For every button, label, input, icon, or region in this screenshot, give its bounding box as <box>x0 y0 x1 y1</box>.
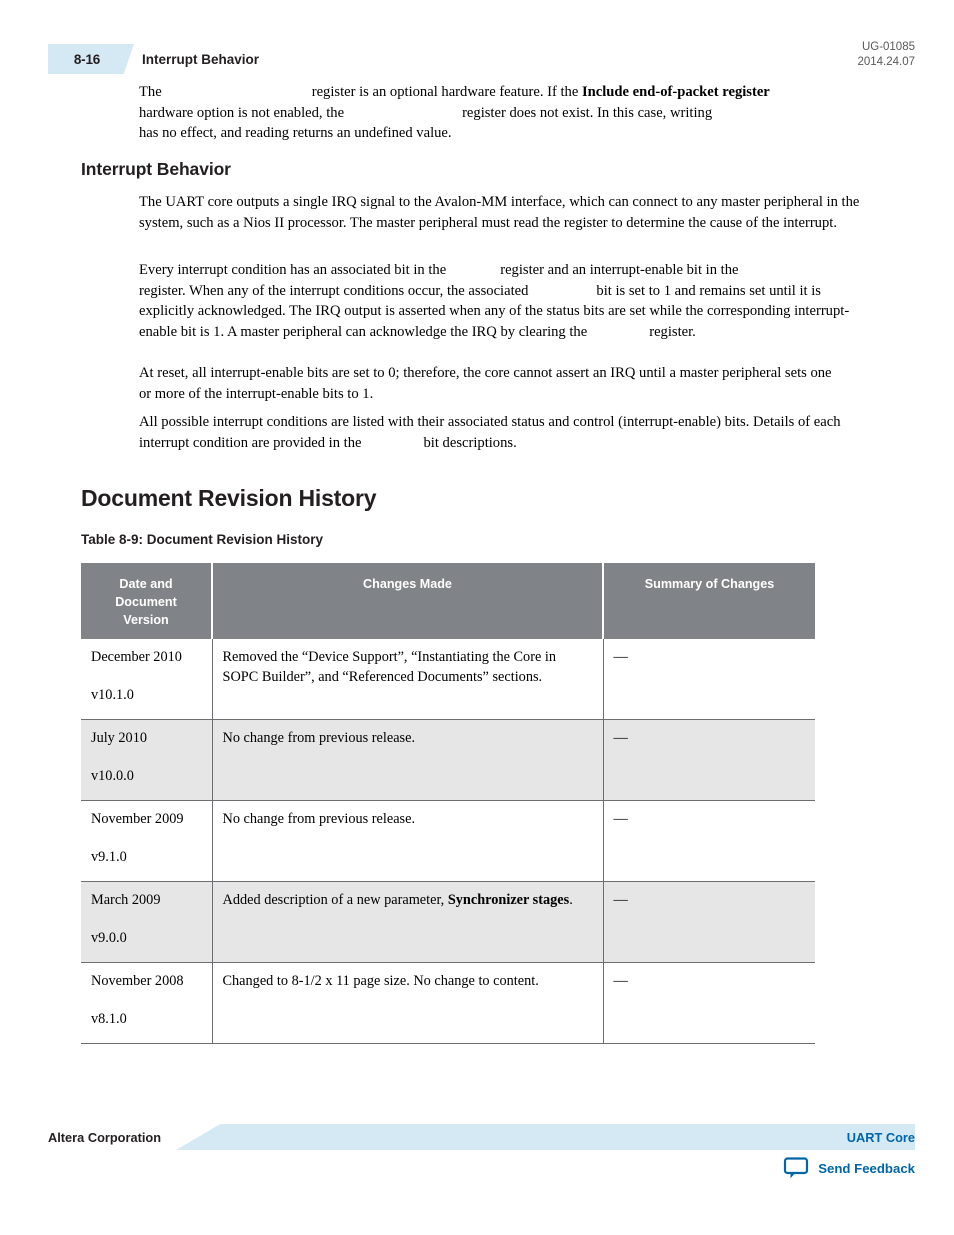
intro-text-5: has no effect, and reading returns an un… <box>139 125 452 141</box>
footer-company-name: Altera Corporation <box>48 1129 162 1145</box>
section-paragraph-1: The UART core outputs a single IRQ signa… <box>139 194 860 231</box>
cell-date-version: November 2008 v8.1.0 <box>81 962 213 1044</box>
column-header-summary-of-changes: Summary of Changes <box>603 563 815 639</box>
document-date: 2014.24.07 <box>857 56 915 68</box>
cell-date-version: November 2009 v9.1.0 <box>81 800 213 882</box>
row-summary: — <box>613 730 628 746</box>
column-header-changes-made: Changes Made <box>212 563 604 639</box>
row-date: July 2010 <box>91 730 148 746</box>
section-paragraph-2: Every interrupt condition has an associa… <box>139 260 871 342</box>
page-header: 8-16 Interrupt Behavior UG-01085 2014.24… <box>0 0 954 86</box>
table-header-row: Date and Document Version Changes Made S… <box>81 563 815 639</box>
column-header-date-and-document-version: Date and Document Version <box>81 563 213 639</box>
row-summary: — <box>613 649 628 665</box>
par2-text-5: register. <box>649 323 696 340</box>
row-date: November 2009 <box>91 811 184 827</box>
intro-text-4: register does not exist. In this case, w… <box>462 104 713 121</box>
par2-text-2: register and an interrupt-enable bit in … <box>500 262 739 278</box>
footer-document-title[interactable]: UART Core <box>847 1124 915 1150</box>
table-caption: Table 8-9: Document Revision History <box>81 532 324 547</box>
row-version: v10.0.0 <box>91 768 134 784</box>
intro-text-1: The <box>139 84 162 100</box>
row-version: v10.1.0 <box>91 687 134 703</box>
row-summary: — <box>613 892 628 908</box>
document-id: UG-01085 <box>861 41 915 53</box>
cell-changes-made: Added description of a new parameter, Sy… <box>212 881 604 963</box>
document-revision-history-table: Date and Document Version Changes Made S… <box>81 563 815 1044</box>
par2-text-1: Every interrupt condition has an associa… <box>139 262 447 278</box>
table-row: November 2008 v8.1.0 Changed to 8-1/2 x … <box>81 962 815 1044</box>
row-summary: — <box>613 811 628 827</box>
table-row: November 2009 v9.1.0 No change from prev… <box>81 800 815 882</box>
cell-changes-made: Changed to 8-1/2 x 11 page size. No chan… <box>212 962 604 1044</box>
row-version: v9.1.0 <box>91 849 127 865</box>
col-header-line: Document <box>115 595 177 609</box>
par4-text-2: bit descriptions. <box>423 434 517 451</box>
running-head: Interrupt Behavior <box>142 51 260 67</box>
send-feedback-label: Send Feedback <box>818 1160 915 1176</box>
changes-prefix: Added description of a new parameter, <box>222 892 445 908</box>
col-header-line: Date and <box>119 577 173 591</box>
cell-date-version: December 2010 v10.1.0 <box>81 639 213 720</box>
cell-summary-of-changes: — <box>603 962 815 1044</box>
cell-date-version: July 2010 v10.0.0 <box>81 719 213 801</box>
row-version: v8.1.0 <box>91 1011 127 1027</box>
changes-bold-parameter: Synchronizer stages <box>447 892 570 908</box>
footer-banner <box>176 1124 915 1150</box>
intro-text-2: register is an optional hardware feature… <box>311 84 579 100</box>
changes-suffix: . <box>569 892 573 908</box>
intro-paragraph: The register is an optional hardware feat… <box>139 82 815 144</box>
row-date: November 2008 <box>91 973 184 989</box>
row-version: v9.0.0 <box>91 930 127 946</box>
cell-summary-of-changes: — <box>603 881 815 963</box>
section-heading-interrupt-behavior: Interrupt Behavior <box>81 159 231 179</box>
speech-bubble-icon <box>783 1156 809 1180</box>
chapter-heading-document-revision-history: Document Revision History <box>81 485 377 511</box>
cell-changes-made: Removed the “Device Support”, “Instantia… <box>212 639 604 720</box>
cell-changes-made: No change from previous release. <box>212 800 604 882</box>
page-number: 8-16 <box>73 51 101 67</box>
row-date: December 2010 <box>91 649 182 665</box>
send-feedback-link[interactable]: Send Feedback <box>783 1156 915 1180</box>
par2-text-3: register. When any of the interrupt cond… <box>139 282 529 299</box>
section-paragraph-3: At reset, all interrupt-enable bits are … <box>139 365 832 402</box>
table-row: December 2010 v10.1.0 Removed the “Devic… <box>81 639 815 720</box>
intro-text-3: hardware option is not enabled, the <box>139 104 345 121</box>
cell-changes-made: No change from previous release. <box>212 719 604 801</box>
row-date: March 2009 <box>91 892 161 908</box>
table-row: July 2010 v10.0.0 No change from previou… <box>81 719 815 801</box>
cell-date-version: March 2009 v9.0.0 <box>81 881 213 963</box>
intro-bold-option: Include end-of-packet register <box>581 84 770 100</box>
row-summary: — <box>613 973 628 989</box>
cell-summary-of-changes: — <box>603 800 815 882</box>
section-paragraph-4: All possible interrupt conditions are li… <box>139 412 871 453</box>
cell-summary-of-changes: — <box>603 639 815 720</box>
cell-summary-of-changes: — <box>603 719 815 801</box>
document-id-block: UG-01085 2014.24.07 <box>857 40 915 70</box>
table-row: March 2009 v9.0.0 Added description of a… <box>81 881 815 963</box>
col-header-line: Version <box>123 613 169 627</box>
